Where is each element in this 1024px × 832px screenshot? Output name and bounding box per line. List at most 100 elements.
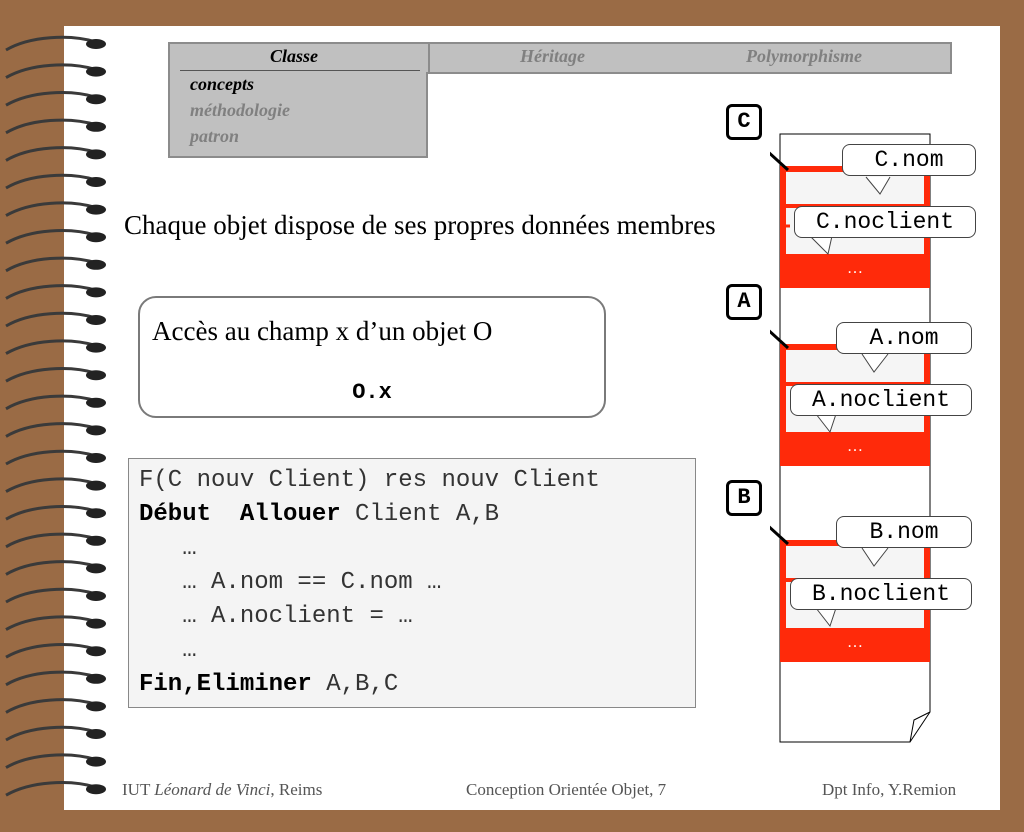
footer-left: IUT Léonard de Vinci, Reims [122, 780, 322, 800]
tab-polymorphisme[interactable]: Polymorphisme [746, 46, 862, 67]
spiral-ring [5, 284, 97, 300]
spiral-hole [86, 177, 106, 187]
keyword: Fin,Eliminer [139, 671, 312, 698]
access-callout-box: Accès au champ x d’un objet O O.x [138, 296, 606, 418]
spiral-ring [5, 560, 97, 576]
spiral-hole [86, 591, 106, 601]
spiral-ring [5, 146, 97, 162]
callout-a-noclient: A.noclient [790, 384, 972, 416]
spiral-ring [5, 725, 97, 742]
spiral-hole [86, 618, 106, 629]
object-b-field-nom [786, 546, 924, 578]
tab-divider [428, 44, 430, 72]
callout-a-nom: A.nom [836, 322, 972, 354]
callout-b-noclient: B.noclient [790, 578, 972, 610]
object-label-c: C [726, 104, 762, 140]
spiral-ring [5, 118, 97, 135]
spiral-hole [86, 453, 106, 463]
access-title: Accès au champ x d’un objet O [152, 316, 493, 346]
code-line: … [139, 637, 197, 664]
spiral-ring [5, 201, 97, 217]
subsection-nav: concepts méthodologie patron [168, 72, 428, 158]
object-b-more: … [847, 634, 863, 651]
tab-classe[interactable]: Classe [270, 46, 318, 67]
sub-item-methodologie[interactable]: méthodologie [190, 100, 290, 121]
spiral-hole [86, 39, 106, 49]
spiral-hole [86, 425, 106, 436]
spiral-hole [86, 149, 106, 160]
main-statement: Chaque objet dispose de ses propres donn… [124, 210, 716, 240]
spiral-ring [5, 781, 97, 797]
spiral-hole [86, 508, 106, 519]
footer-right: Dpt Info, Y.Remion [822, 780, 957, 799]
tab-heritage[interactable]: Héritage [520, 46, 585, 67]
spiral-hole [86, 646, 106, 657]
spiral-ring [5, 643, 97, 659]
callout-b-nom: B.nom [836, 516, 972, 548]
code-listing: F(C nouv Client) res nouv Client Début A… [128, 458, 696, 708]
object-a-field-nom [786, 350, 924, 382]
spiral-ring [5, 63, 97, 79]
footer-left-prefix: IUT [122, 780, 155, 799]
footer-left-italic: Léonard de Vinci [154, 780, 271, 799]
spiral-ring [5, 753, 97, 769]
spiral-hole [86, 784, 106, 795]
spiral-binding [5, 35, 106, 797]
spiral-ring [5, 173, 97, 190]
spiral-hole [86, 342, 106, 353]
spiral-hole [86, 563, 106, 574]
spiral-hole [86, 66, 106, 77]
object-c-more: … [847, 260, 863, 277]
spiral-ring [5, 311, 97, 328]
code-line: F(C nouv Client) res nouv Client [139, 467, 600, 494]
keyword: Début [139, 501, 212, 528]
spiral-hole [86, 673, 106, 684]
spiral-ring [5, 91, 97, 107]
sub-item-patron[interactable]: patron [190, 126, 239, 147]
spiral-hole [86, 94, 106, 105]
footer-left-suffix: , Reims [270, 780, 323, 799]
callout-c-nom: C.nom [842, 144, 976, 176]
spiral-ring [5, 422, 97, 438]
spiral-hole [86, 729, 106, 739]
spiral-hole [86, 259, 106, 270]
spiral-ring [5, 449, 97, 466]
spiral-ring [5, 532, 97, 549]
spiral-ring [5, 587, 97, 604]
object-label-b: B [726, 480, 762, 516]
object-label-a: A [726, 284, 762, 320]
code-line: … A.noclient = … [139, 603, 413, 630]
object-c-field-nom [786, 172, 924, 204]
spiral-hole [86, 315, 106, 325]
spiral-ring [5, 670, 97, 687]
spiral-ring [5, 698, 97, 714]
spiral-ring [5, 229, 97, 245]
spiral-ring [5, 35, 97, 52]
callout-c-noclient: C.noclient [794, 206, 976, 238]
code-line: … [139, 535, 197, 562]
spiral-hole [86, 204, 106, 215]
spiral-hole [86, 397, 106, 408]
object-a-more: … [847, 438, 863, 455]
spiral-hole [86, 535, 106, 546]
spiral-ring [5, 394, 97, 411]
spiral-hole [86, 701, 106, 712]
spiral-hole [86, 232, 106, 243]
sub-item-concepts[interactable]: concepts [190, 74, 254, 95]
spiral-hole [86, 756, 106, 767]
code-line: Début Allouer Client A,B [139, 501, 499, 528]
tab-underline [180, 70, 420, 71]
keyword: Allouer [239, 501, 341, 528]
spiral-ring [5, 367, 97, 383]
section-nav: Classe Héritage Polymorphisme [168, 42, 952, 74]
spiral-ring [5, 615, 97, 631]
spiral-ring [5, 339, 97, 355]
spiral-ring [5, 256, 97, 273]
code-text: Client A,B [340, 501, 500, 528]
spiral-hole [86, 287, 106, 298]
spiral-hole [86, 121, 106, 132]
code-text: A,B,C [311, 671, 399, 698]
code-line: Fin,Eliminer A,B,C [139, 671, 398, 698]
spiral-hole [86, 480, 106, 491]
spiral-ring [5, 505, 97, 521]
